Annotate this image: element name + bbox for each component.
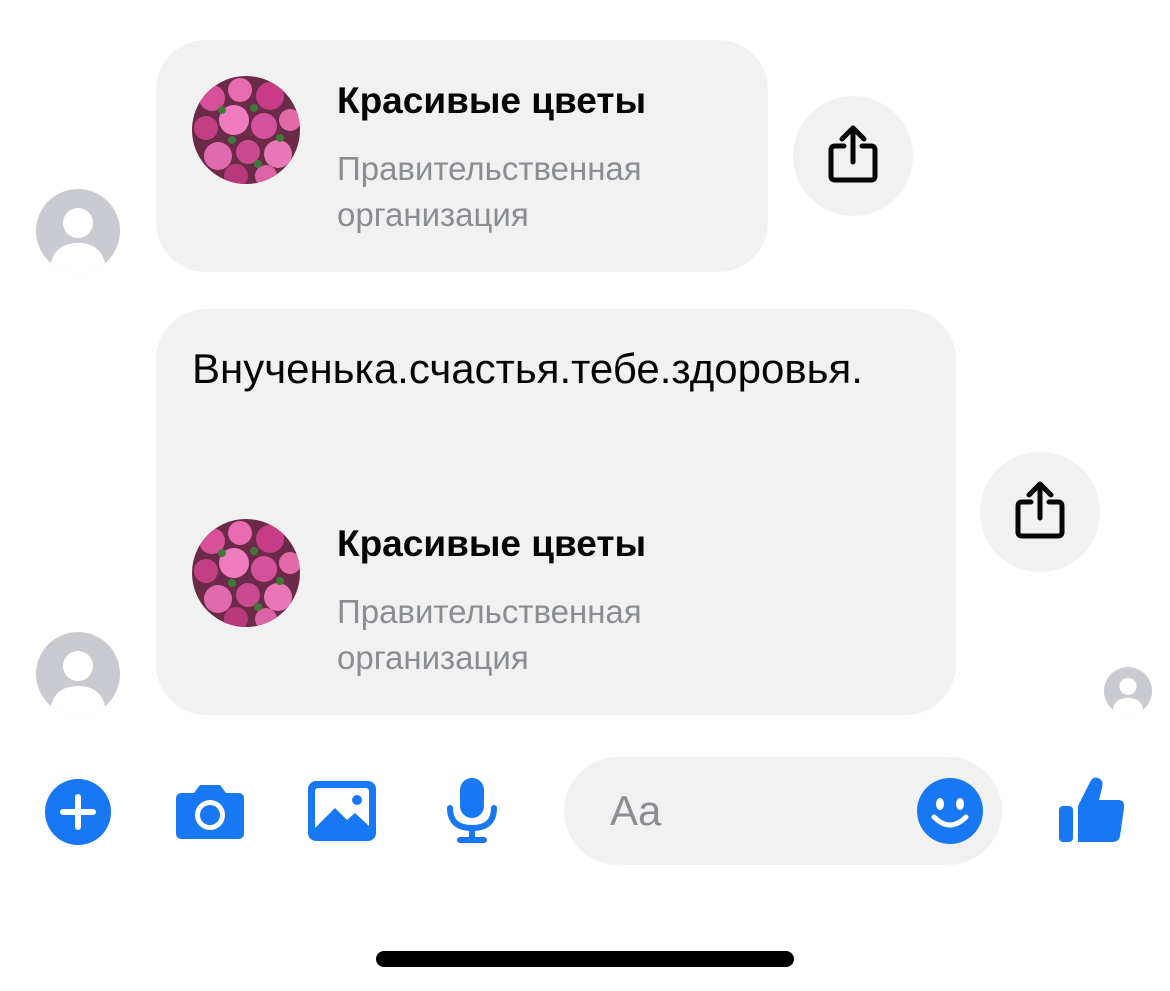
page-name: Красивые цветы [337,523,647,564]
share-button[interactable] [980,452,1100,572]
add-button[interactable] [44,778,112,846]
message-bubble-page-share[interactable]: Красивые цветы Правительственная организ… [156,40,768,272]
like-button[interactable] [1058,774,1126,844]
plus-circle-icon [45,779,111,845]
message-text: Внученька.счастья.тебе.здоровья. [192,345,863,392]
smiley-icon [917,778,983,844]
sender-avatar[interactable] [36,189,120,273]
home-indicator[interactable] [376,951,794,967]
microphone-button[interactable] [444,776,500,844]
page-category: Правительственная организация [337,593,642,676]
page-thumbnail [192,519,300,627]
camera-icon [176,785,244,839]
gallery-button[interactable] [307,780,377,842]
read-receipt-avatar [1104,667,1152,715]
shared-page-card[interactable]: Красивые цветы Правительственная организ… [192,76,752,233]
sender-avatar[interactable] [36,632,120,716]
page-category: Правительственная организация [337,150,642,233]
shared-page-card[interactable]: Красивые цветы Правительственная организ… [192,519,752,676]
message-bubble-text-page-share[interactable]: Внученька.счастья.тебе.здоровья. Красивы… [156,309,956,715]
share-button[interactable] [793,96,913,216]
share-icon [828,125,878,183]
emoji-button[interactable] [916,777,984,845]
thumbs-up-icon [1059,777,1125,842]
page-thumbnail [192,76,300,184]
microphone-icon [447,778,497,843]
message-input[interactable]: Aa [564,757,1002,865]
camera-button[interactable] [174,781,246,841]
page-name: Красивые цветы [337,80,647,121]
message-input-placeholder: Aa [610,787,662,834]
image-icon [308,781,376,841]
share-icon [1015,481,1065,539]
